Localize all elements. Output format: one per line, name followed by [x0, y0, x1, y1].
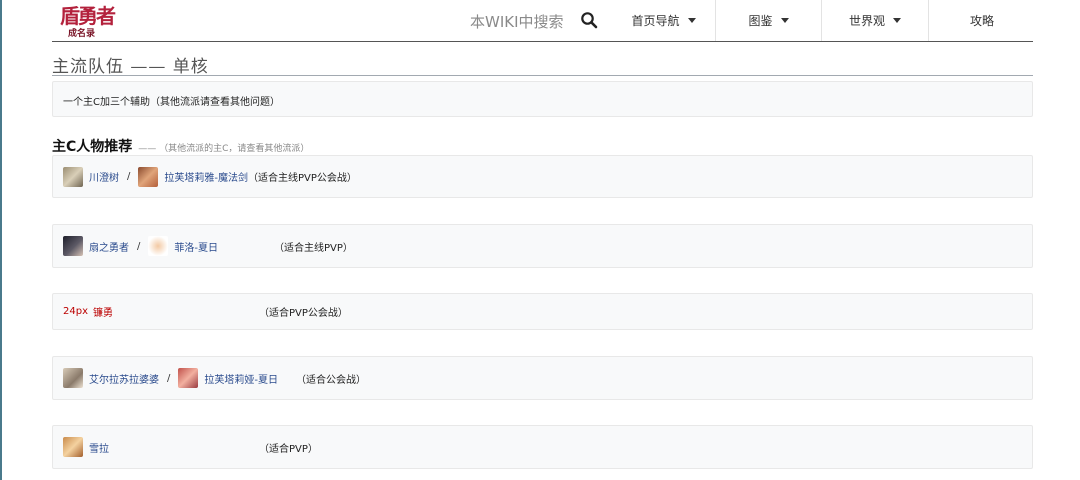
- nav-home-guide-label: 首页导航: [631, 14, 680, 28]
- search-input[interactable]: 本WIKI中搜索: [470, 11, 564, 32]
- intro-text: 一个主C加三个辅助（其他流派请查看其他问题）: [63, 97, 280, 108]
- avatar: [148, 236, 169, 256]
- list-item: 扇之勇者 / 菲洛-夏日 （适合主线PVP）: [52, 224, 1033, 268]
- logo-bottom-text: 成名录: [68, 29, 96, 39]
- avatar: [63, 236, 83, 256]
- intro-box: 一个主C加三个辅助（其他流派请查看其他问题）: [52, 81, 1033, 117]
- usage-note: （适合主线PVP公会战）: [247, 173, 357, 184]
- row-content: 川澄树 / 拉芙塔莉雅-魔法剑 （适合主线PVP公会战）: [63, 156, 357, 197]
- row-content: 雪拉 （适合PVP）: [63, 426, 318, 468]
- site-logo[interactable]: 盾勇者 成名录: [60, 4, 116, 39]
- avatar: [63, 437, 83, 457]
- top-header: 盾勇者 成名录 本WIKI中搜索 首页导航 图鉴 世界观 攻略: [52, 0, 1033, 42]
- avatar: [138, 166, 159, 187]
- usage-note: （适合PVP公会战）: [259, 308, 348, 319]
- page-title: 主流队伍 —— 单核: [52, 57, 209, 77]
- list-item: 24px 镰勇 （适合PVP公会战）: [52, 293, 1033, 330]
- search-icon[interactable]: [580, 11, 598, 29]
- row-content: 24px 镰勇 （适合PVP公会战）: [63, 294, 348, 329]
- nav-strategy[interactable]: 攻略: [928, 0, 1035, 41]
- nav-worldview-label: 世界观: [848, 14, 885, 28]
- list-item: 川澄树 / 拉芙塔莉雅-魔法剑 （适合主线PVP公会战）: [52, 155, 1033, 198]
- separator: /: [127, 171, 131, 182]
- nav-gallery-label: 图鉴: [748, 14, 773, 28]
- usage-note: （适合公会战）: [295, 374, 366, 386]
- section-note: —— （其他流派的主C，请查看其他流派）: [138, 144, 310, 154]
- logo-top-text: 盾勇者: [60, 4, 116, 28]
- character-link[interactable]: 拉芙塔莉雅-魔法剑: [164, 169, 248, 184]
- character-link[interactable]: 扇之勇者: [89, 239, 129, 254]
- top-nav: 首页导航 图鉴 世界观 攻略: [612, 0, 1035, 41]
- chevron-down-icon: [687, 18, 696, 23]
- size-prefix: 24px: [63, 306, 88, 317]
- separator: /: [137, 240, 141, 252]
- character-link[interactable]: 艾尔拉苏拉婆婆: [89, 371, 159, 386]
- usage-note: （适合PVP）: [259, 443, 318, 455]
- list-item: 艾尔拉苏拉婆婆 / 拉芙塔莉娅-夏日 （适合公会战）: [52, 356, 1033, 400]
- chevron-down-icon: [893, 18, 901, 23]
- character-link[interactable]: 拉芙塔莉娅-夏日: [204, 371, 278, 386]
- character-link[interactable]: 菲洛-夏日: [174, 239, 218, 254]
- separator: /: [167, 372, 171, 384]
- title-divider: [52, 75, 1033, 76]
- nav-gallery[interactable]: 图鉴: [715, 0, 821, 41]
- nav-worldview[interactable]: 世界观: [821, 0, 928, 41]
- row-content: 艾尔拉苏拉婆婆 / 拉芙塔莉娅-夏日 （适合公会战）: [63, 357, 366, 399]
- avatar: [63, 166, 83, 187]
- character-link[interactable]: 川澄树: [89, 169, 119, 184]
- usage-note: （适合主线PVP）: [273, 242, 353, 254]
- row-content: 扇之勇者 / 菲洛-夏日 （适合主线PVP）: [63, 225, 353, 267]
- nav-home-guide[interactable]: 首页导航: [612, 0, 715, 41]
- nav-strategy-label: 攻略: [969, 14, 994, 28]
- character-link[interactable]: 雪拉: [89, 440, 109, 455]
- character-link[interactable]: 镰勇: [93, 304, 113, 319]
- section-title: 主C人物推荐: [52, 139, 133, 155]
- left-edge-strip: [0, 0, 2, 480]
- section-heading: 主C人物推荐 —— （其他流派的主C，请查看其他流派）: [52, 136, 309, 156]
- avatar: [63, 368, 83, 388]
- list-item: 雪拉 （适合PVP）: [52, 425, 1033, 469]
- chevron-down-icon: [780, 18, 789, 23]
- avatar: [178, 368, 199, 388]
